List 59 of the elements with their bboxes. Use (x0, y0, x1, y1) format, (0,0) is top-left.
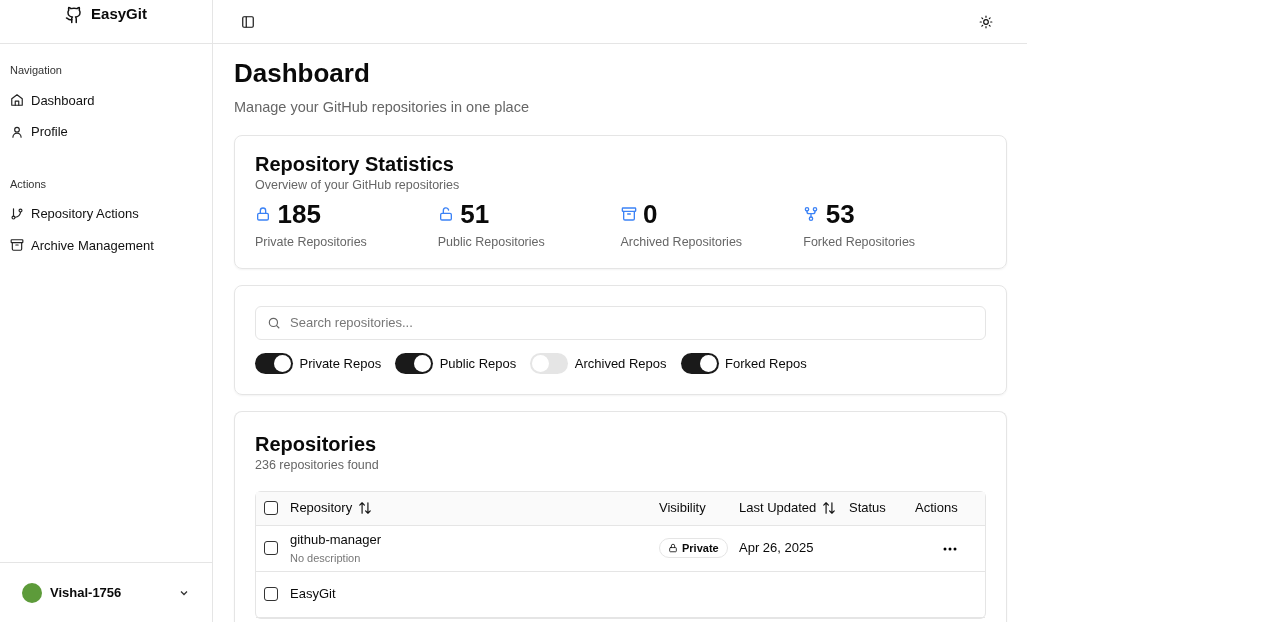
page-subtitle: Manage your GitHub repositories in one place (234, 98, 530, 118)
sidebar-item[interactable]: Repository Actions (10, 198, 139, 230)
user-name: Vishal-1756 (50, 583, 123, 602)
column-header: Visibility (659, 499, 706, 518)
repository-description: No description (290, 550, 362, 566)
page-title: Dashboard (234, 58, 371, 90)
sort-icon (822, 501, 837, 516)
stat-value: 51 (460, 201, 490, 228)
repository-name[interactable]: EasyGit (290, 584, 659, 604)
date-cell-text: Apr 26, 2025 (739, 539, 815, 558)
brand-name: EasyGit (91, 4, 147, 25)
stat-value: 185 (277, 201, 321, 228)
unlocked-padlock-icon (437, 206, 454, 223)
checkbox[interactable] (264, 541, 278, 556)
search-field[interactable]: Search repositories... (255, 305, 986, 340)
panel-icon (241, 14, 255, 29)
github-logo-icon (65, 4, 84, 25)
lock-icon (668, 543, 678, 554)
stat-label: Private Repositories (255, 234, 368, 252)
toggle-label: Forked Repos (725, 354, 807, 373)
stat-value: 0 (643, 201, 658, 228)
sidebar-item[interactable]: Archive Management (10, 229, 154, 261)
sort-icon (358, 501, 373, 516)
repository-count: 236 repositories found (255, 456, 380, 474)
toggle-switch[interactable] (530, 352, 569, 374)
checkbox[interactable] (264, 587, 278, 602)
group-label: Actions (10, 176, 48, 192)
toggle-switch[interactable] (680, 352, 719, 374)
toggle-switch[interactable] (395, 352, 434, 374)
repository-name[interactable]: github-manager (290, 530, 659, 550)
user-icon (10, 124, 24, 139)
stat-label: Public Repositories (437, 234, 546, 252)
toggle-label: Archived Repos (574, 354, 667, 373)
sidebar-item[interactable]: Dashboard (10, 84, 95, 116)
group-label: Navigation (10, 63, 63, 78)
stat-label: Forked Repositories (803, 234, 917, 252)
ellipsis-icon (943, 547, 957, 551)
sidebar-item[interactable]: Profile (10, 116, 68, 148)
column-header: Actions (915, 499, 958, 518)
toggle-label: Private Repos (299, 354, 382, 373)
avatar (22, 582, 42, 603)
column-header: Status (849, 499, 886, 518)
archive-icon (10, 238, 24, 253)
lock-icon (255, 206, 271, 223)
toggle-switch[interactable] (255, 352, 293, 374)
checkbox[interactable] (264, 501, 278, 516)
card-subtitle: Overview of your GitHub repositories (255, 176, 461, 194)
column-header[interactable]: Repository (290, 498, 373, 518)
fork-icon (803, 206, 820, 223)
house-icon (10, 93, 24, 108)
archive-icon (620, 206, 637, 223)
toggle-label: Public Repos (439, 354, 517, 373)
sun-icon (979, 14, 993, 29)
stat-value: 53 (825, 201, 855, 228)
card-title: Repositories (255, 431, 378, 456)
stat-label: Archived Repositories (620, 234, 744, 252)
branch-icon (10, 206, 24, 221)
column-header[interactable]: Last Updated (739, 498, 837, 518)
card-title: Repository Statistics (255, 151, 455, 176)
